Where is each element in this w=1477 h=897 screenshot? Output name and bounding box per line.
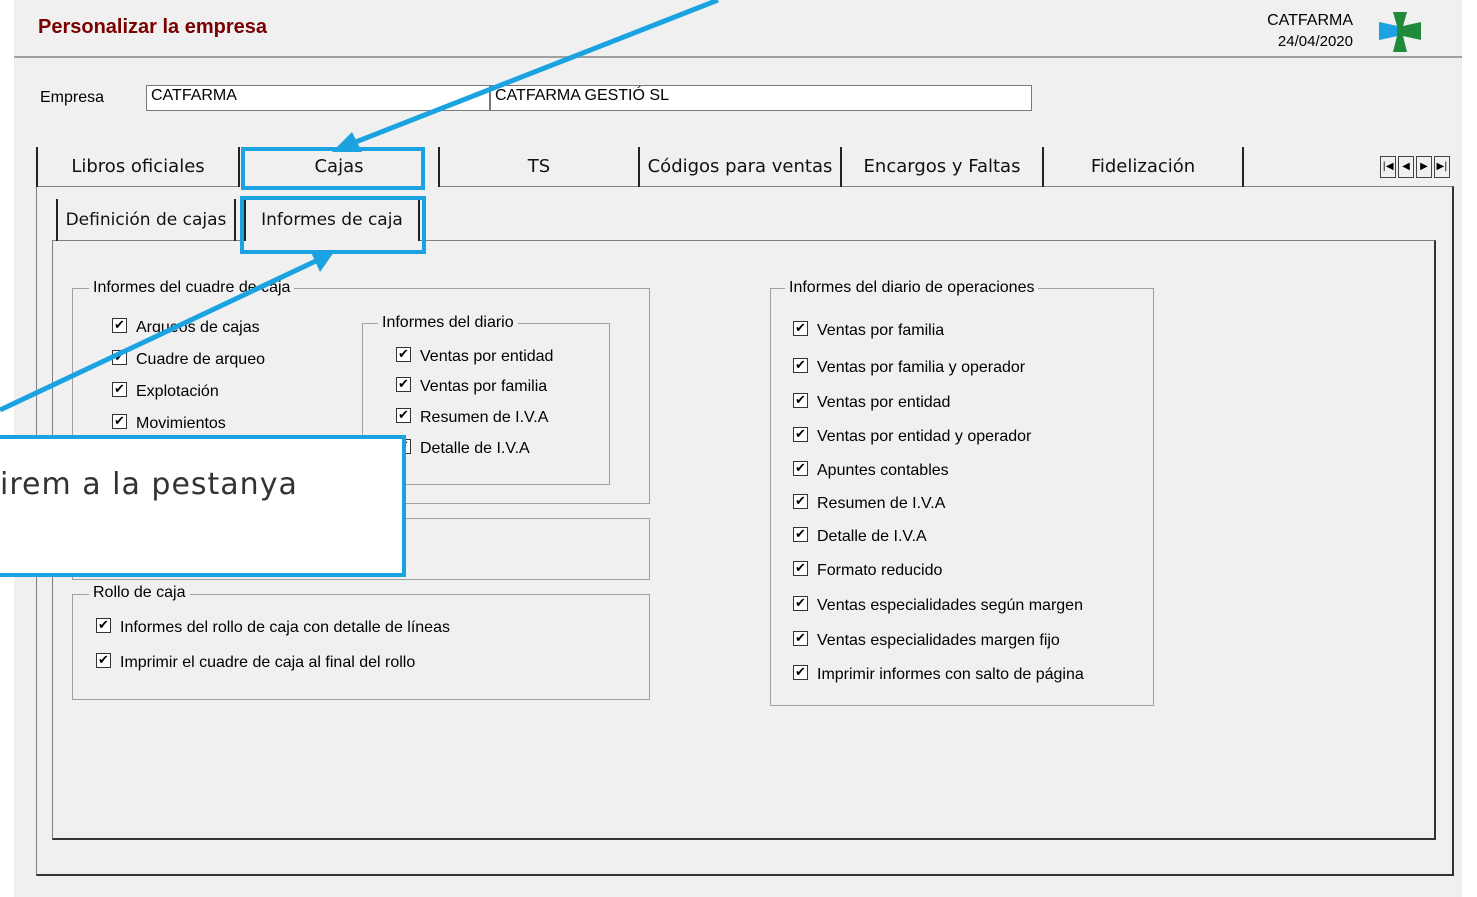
arrow-to-informes-subtab	[0, 257, 320, 413]
arrow-to-cajas-tab	[347, 0, 719, 148]
annotation-callout: irem a la pestanya	[0, 435, 406, 577]
callout-text: irem a la pestanya	[0, 467, 298, 502]
